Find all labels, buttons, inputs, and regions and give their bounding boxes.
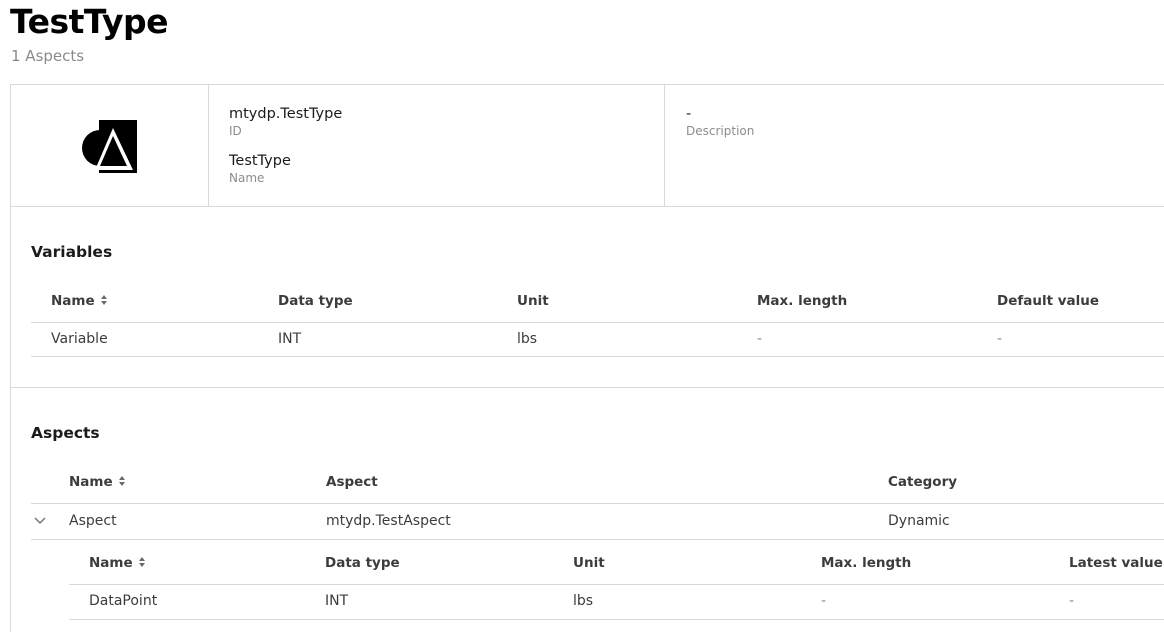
variable-row-unit: lbs [517,331,538,347]
description-label: Description [686,124,755,138]
variables-col-data-type: Data type [278,293,353,309]
variable-row-name: Variable [51,331,108,347]
variables-col-name[interactable]: Name [51,293,108,309]
datapoint-row-unit: lbs [573,593,594,609]
variable-row-data-type: INT [278,331,302,347]
divider [69,619,1164,620]
id-label: ID [229,124,242,138]
divider [69,584,1164,585]
variables-col-unit: Unit [517,293,549,309]
page-title: TestType [10,2,169,41]
id-value: mtydp.TestType [229,106,343,122]
asset-type-logo-icon [82,120,137,173]
divider [31,356,1164,357]
divider [31,322,1164,323]
variable-row-max-length: - [757,331,763,347]
description-value: - [686,106,692,122]
datapoints-col-unit: Unit [573,555,605,571]
aspect-row-category: Dynamic [888,513,950,529]
details-header: mtydp.TestType ID TestType Name - Descri… [11,85,1164,207]
variables-col-max-length: Max. length [757,293,848,309]
divider [31,539,1164,540]
divider [31,503,1164,504]
sort-icon[interactable] [100,294,108,306]
datapoint-row-name: DataPoint [89,593,158,609]
logo-cell [11,85,209,206]
aspect-row-name: Aspect [69,513,117,529]
section-divider [11,387,1164,388]
name-label: Name [229,171,265,185]
chevron-down-icon[interactable] [34,517,46,525]
variables-title: Variables [31,243,113,261]
aspects-col-name[interactable]: Name [69,474,126,490]
datapoint-row-max-length: - [821,593,827,609]
aspect-row-aspect: mtydp.TestAspect [326,513,451,529]
name-value: TestType [229,153,291,169]
aspects-col-aspect: Aspect [326,474,378,490]
variables-col-default-value: Default value [997,293,1100,309]
page-subtitle: 1 Aspects [11,47,85,65]
description-cell: - Description [665,85,1164,206]
datapoints-col-latest-value: Latest value [1069,555,1163,571]
aspects-col-category: Category [888,474,958,490]
variable-row-default-value: - [997,331,1003,347]
sort-icon[interactable] [138,556,146,568]
datapoints-col-data-type: Data type [325,555,400,571]
datapoints-col-max-length: Max. length [821,555,912,571]
aspects-title: Aspects [31,424,100,442]
datapoints-col-name[interactable]: Name [89,555,146,571]
id-name-cell: mtydp.TestType ID TestType Name [209,85,665,206]
asset-type-card: mtydp.TestType ID TestType Name - Descri… [10,84,1164,632]
datapoint-row-data-type: INT [325,593,349,609]
sort-icon[interactable] [118,475,126,487]
datapoint-row-latest-value: - [1069,593,1075,609]
